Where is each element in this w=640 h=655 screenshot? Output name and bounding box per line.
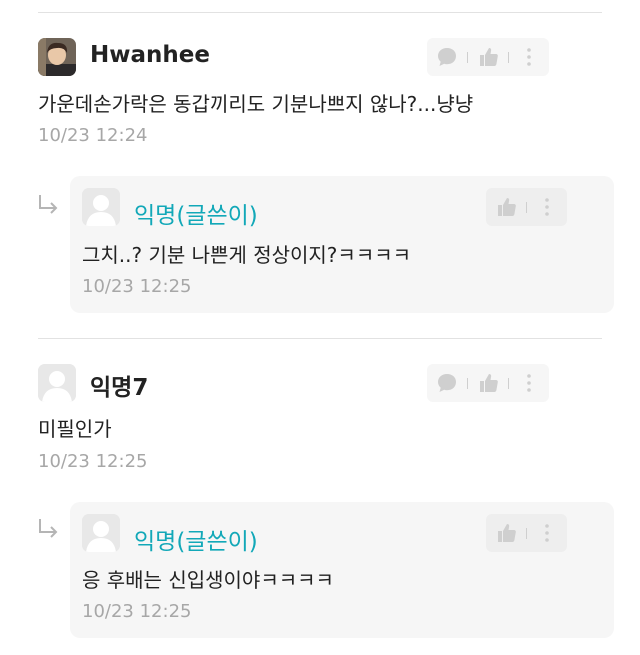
comment-time: 10/23 12:25 xyxy=(38,451,148,472)
more-button[interactable] xyxy=(509,38,549,76)
vertical-dots-icon xyxy=(527,48,531,66)
like-button[interactable] xyxy=(486,514,526,552)
reply-arrow-icon xyxy=(39,195,58,214)
thumbs-up-icon xyxy=(480,374,498,392)
speech-bubble-icon xyxy=(438,374,456,392)
comment-text: 미필인가 xyxy=(38,417,112,441)
avatar[interactable] xyxy=(38,38,76,76)
avatar[interactable] xyxy=(82,514,120,552)
like-button[interactable] xyxy=(486,188,526,226)
more-button[interactable] xyxy=(527,514,567,552)
comment-text: 가운데손가락은 동갑끼리도 기분나쁘지 않나?...냥냥 xyxy=(38,92,474,116)
reply-actions xyxy=(486,514,567,552)
reply-text: 그치..? 기분 나쁜게 정상이지?ㅋㅋㅋㅋ xyxy=(82,243,412,267)
comment-time: 10/23 12:24 xyxy=(38,125,148,146)
reply: 익명(글쓴이) 응 후배는 신입생이야ㅋㅋㅋㅋ 10/23 12:25 xyxy=(70,502,614,638)
reply-author[interactable]: 익명(글쓴이) xyxy=(134,522,258,556)
anonymous-avatar xyxy=(82,514,120,552)
thumbs-up-icon xyxy=(498,198,516,216)
avatar[interactable] xyxy=(82,188,120,226)
thumbs-up-icon xyxy=(480,48,498,66)
like-button[interactable] xyxy=(468,364,508,402)
anonymous-avatar xyxy=(38,364,76,402)
top-divider xyxy=(38,12,602,13)
reply-author[interactable]: 익명(글쓴이) xyxy=(134,196,258,230)
more-button[interactable] xyxy=(509,364,549,402)
vertical-dots-icon xyxy=(545,524,549,542)
like-button[interactable] xyxy=(468,38,508,76)
reply-time: 10/23 12:25 xyxy=(82,601,192,622)
user-photo xyxy=(38,38,76,76)
vertical-dots-icon xyxy=(545,198,549,216)
comment-actions xyxy=(427,38,549,76)
anonymous-avatar xyxy=(82,188,120,226)
reply-text: 응 후배는 신입생이야ㅋㅋㅋㅋ xyxy=(82,568,334,592)
reply-arrow-icon xyxy=(39,519,58,538)
comment-author[interactable]: Hwanhee xyxy=(90,42,210,68)
more-button[interactable] xyxy=(527,188,567,226)
thumbs-up-icon xyxy=(498,524,516,542)
reply: 익명(글쓴이) 그치..? 기분 나쁜게 정상이지?ㅋㅋㅋㅋ 10/23 12:… xyxy=(70,176,614,313)
speech-bubble-icon xyxy=(438,48,456,66)
comment-author[interactable]: 익명7 xyxy=(90,368,148,402)
reply-actions xyxy=(486,188,567,226)
vertical-dots-icon xyxy=(527,374,531,392)
comment-divider xyxy=(38,338,602,339)
reply-button[interactable] xyxy=(427,38,467,76)
comment-actions xyxy=(427,364,549,402)
avatar[interactable] xyxy=(38,364,76,402)
reply-button[interactable] xyxy=(427,364,467,402)
reply-time: 10/23 12:25 xyxy=(82,276,192,297)
